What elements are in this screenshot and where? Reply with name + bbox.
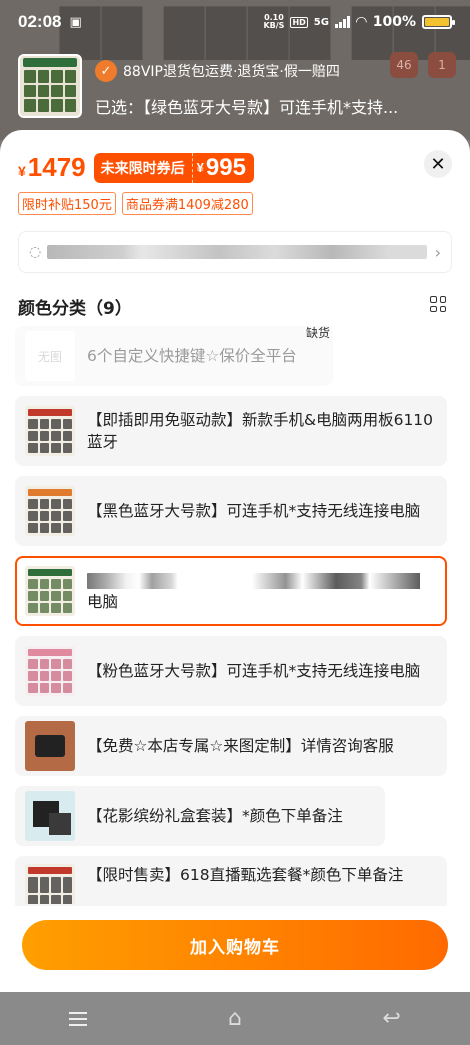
option-image bbox=[25, 566, 75, 616]
option-item[interactable]: 【限时售卖】618直播甄选套餐*颜色下单备注 bbox=[15, 856, 447, 906]
add-to-cart-button[interactable]: 加入购物车 bbox=[22, 920, 448, 970]
option-image bbox=[25, 791, 75, 841]
option-item[interactable]: 【黑色蓝牙大号款】可连手机*支持无线连接电脑 bbox=[15, 476, 447, 546]
location-icon: ◌ bbox=[29, 244, 42, 260]
option-label: 【免费☆本店专属☆来图定制】详情咨询客服 bbox=[87, 737, 394, 755]
option-image bbox=[25, 406, 75, 456]
promo-tag: 商品券满1409减280 bbox=[121, 192, 253, 215]
sku-selector-sheet: ✕ ¥1479 未来限时券后 ¥995 限时补贴150元 商品券满1409减28… bbox=[0, 130, 470, 992]
net-speed-unit: KB/S bbox=[263, 21, 285, 30]
address-text-redacted bbox=[47, 245, 427, 259]
price-row: ¥1479 未来限时券后 ¥995 bbox=[18, 152, 254, 183]
close-icon: ✕ bbox=[430, 153, 446, 175]
promo-tags: 限时补贴150元 商品券满1409减280 bbox=[18, 192, 253, 215]
option-label-redacted bbox=[87, 569, 420, 591]
option-label: 【粉色蓝牙大号款】可连手机*支持无线连接电脑 bbox=[87, 662, 421, 680]
original-price: ¥1479 bbox=[18, 152, 86, 183]
close-button[interactable]: ✕ bbox=[424, 150, 452, 178]
option-label: 6个自定义快捷键☆保价全平台 bbox=[87, 347, 297, 365]
option-label: 【花影缤纷礼盒套装】*颜色下单备注 bbox=[87, 807, 343, 825]
notification-icon: ▣ bbox=[69, 14, 82, 30]
option-label: 【即插即用免驱动款】新款手机&电脑两用板6110蓝牙 bbox=[87, 411, 434, 451]
section-title: 颜色分类（9） bbox=[18, 299, 132, 319]
option-image bbox=[25, 646, 75, 696]
guarantee-text: 88VIP退货包运费·退货宝·假一赔四 bbox=[123, 64, 340, 80]
grid-view-icon[interactable] bbox=[430, 296, 446, 312]
status-bar: 02:08 ▣ 0.10 KB/S HD 5G ◠ 100% bbox=[0, 0, 470, 44]
option-item-selected[interactable]: 电脑 bbox=[15, 556, 447, 626]
back-icon: ↩ bbox=[382, 1006, 401, 1031]
net-speed: 0.10 KB/S bbox=[263, 14, 284, 30]
coupon-label: 未来限时券后 bbox=[93, 152, 192, 183]
original-price-value: 1479 bbox=[27, 152, 86, 182]
out-of-stock-badge: 缺货 bbox=[306, 326, 331, 340]
option-image bbox=[25, 721, 75, 771]
home-button[interactable]: ⌂ bbox=[215, 1006, 255, 1031]
option-label: 【限时售卖】618直播甄选套餐*颜色下单备注 bbox=[87, 866, 404, 884]
coupon-price-value: 995 bbox=[205, 153, 246, 181]
option-label: 电脑 bbox=[87, 569, 420, 613]
hd-icon: HD bbox=[290, 16, 308, 28]
home-icon: ⌂ bbox=[228, 1006, 242, 1031]
coupon-price: ¥995 bbox=[191, 152, 254, 183]
option-item[interactable]: 无图 6个自定义快捷键☆保价全平台 bbox=[15, 326, 333, 386]
back-button[interactable]: ↩ bbox=[372, 1006, 412, 1031]
option-item[interactable]: 【粉色蓝牙大号款】可连手机*支持无线连接电脑 bbox=[15, 636, 447, 706]
option-item[interactable]: 【即插即用免驱动款】新款手机&电脑两用板6110蓝牙 bbox=[15, 396, 447, 466]
promo-tag: 限时补贴150元 bbox=[18, 192, 116, 215]
menu-icon bbox=[69, 1011, 88, 1026]
option-item[interactable]: 【免费☆本店专属☆来图定制】详情咨询客服 bbox=[15, 716, 447, 776]
signal-icon bbox=[334, 16, 350, 28]
wifi-icon: ◠ bbox=[355, 14, 367, 30]
currency-symbol: ¥ bbox=[18, 163, 26, 179]
selected-variant-text: 已选：【绿色蓝牙大号款】可连手机*支持... bbox=[95, 98, 399, 117]
option-image bbox=[25, 486, 75, 536]
option-label: 【黑色蓝牙大号款】可连手机*支持无线连接电脑 bbox=[87, 502, 421, 520]
coupon-price-box: 未来限时券后 ¥995 bbox=[93, 152, 254, 183]
option-item[interactable]: 【花影缤纷礼盒套装】*颜色下单备注 bbox=[15, 786, 385, 846]
battery-icon bbox=[422, 15, 455, 29]
option-image bbox=[25, 864, 75, 904]
menu-button[interactable] bbox=[58, 1011, 98, 1026]
network-type: 5G bbox=[313, 16, 329, 28]
battery-percent: 100% bbox=[372, 14, 416, 30]
background-badge: 46 bbox=[390, 52, 418, 78]
currency-symbol: ¥ bbox=[196, 160, 204, 175]
background-badge: 1 bbox=[428, 52, 456, 78]
option-image-placeholder: 无图 bbox=[25, 331, 75, 381]
selected-product-thumbnail bbox=[18, 54, 82, 118]
chevron-right-icon: › bbox=[434, 242, 441, 262]
system-nav-bar: ⌂ ↩ bbox=[0, 992, 470, 1045]
guarantee-banner[interactable]: ✓ 88VIP退货包运费·退货宝·假一赔四 bbox=[95, 60, 340, 82]
delivery-address-row[interactable]: ◌ › bbox=[18, 231, 452, 273]
option-label-suffix: 电脑 bbox=[87, 593, 119, 611]
status-time: 02:08 bbox=[18, 12, 62, 31]
shield-check-icon: ✓ bbox=[95, 60, 117, 82]
